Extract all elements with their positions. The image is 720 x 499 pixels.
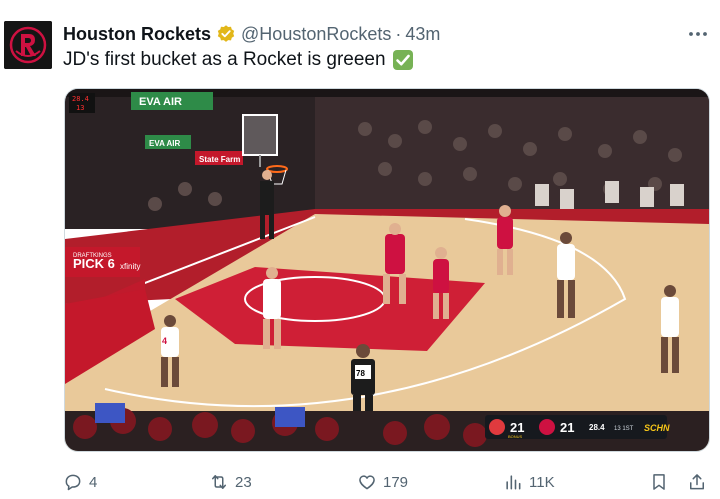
timestamp[interactable]: 43m [405,24,440,45]
tweet-header: Houston Rockets @HoustonRockets · 43m [63,22,440,46]
home-team-logo-icon [539,419,555,435]
reply-icon [65,474,81,491]
verified-badge-icon [216,24,236,44]
view-count: 11K [529,473,555,491]
share-icon [690,474,704,490]
tweet-text-content: JD's first bucket as a Rocket is greeen [63,49,386,70]
game-clock: 28.4 [589,423,605,432]
xfinity-ad: xfinity [120,262,140,271]
tweet-text: JD's first bucket as a Rocket is greeen [63,49,414,71]
retweet-icon [212,475,226,489]
network-logo: SCHN [644,423,670,433]
svg-text:13: 13 [76,104,84,112]
bookmark-button[interactable] [649,470,675,494]
author-handle[interactable]: @HoustonRockets [241,24,391,45]
bonus-label: BONUS [508,434,523,439]
check-mark-button-icon [392,49,414,71]
avatar[interactable] [4,21,52,69]
svg-text:EVA AIR: EVA AIR [149,139,180,148]
svg-text:28.4: 28.4 [72,95,89,103]
svg-text:EVA AIR: EVA AIR [139,96,182,108]
reply-button[interactable]: 4 [63,470,97,494]
like-count: 179 [383,473,409,491]
heart-icon [359,475,375,490]
retweet-button[interactable]: 23 [209,470,252,494]
bookmark-icon [653,474,665,490]
analytics-icon [506,475,521,490]
video-player[interactable]: PICK 6 DRAFTKINGS xfinity EVA AIR EVA AI… [64,88,710,452]
author-name[interactable]: Houston Rockets [63,24,211,45]
jersey-number-4: 4 [162,336,167,346]
away-team-logo-icon [489,419,505,435]
reply-count: 4 [89,473,98,491]
tweet-card[interactable]: Houston Rockets @HoustonRockets · 43m JD… [0,0,720,499]
jersey-number-78: 78 [356,369,365,378]
share-button[interactable] [687,470,713,494]
away-score: 21 [510,420,524,435]
backboard [242,114,278,156]
separator-dot: · [395,23,402,44]
svg-text:State Farm: State Farm [199,155,240,164]
pick6-small-ad: DRAFTKINGS [73,253,112,259]
home-score: 21 [560,420,574,435]
retweet-count: 23 [235,473,252,491]
views-button[interactable]: 11K [503,470,555,494]
tweet-actions: 4 23 179 11K [63,470,713,494]
quarter-indicator: 13 1ST [614,426,634,432]
like-button[interactable]: 179 [357,470,408,494]
more-options-icon[interactable] [686,22,710,46]
